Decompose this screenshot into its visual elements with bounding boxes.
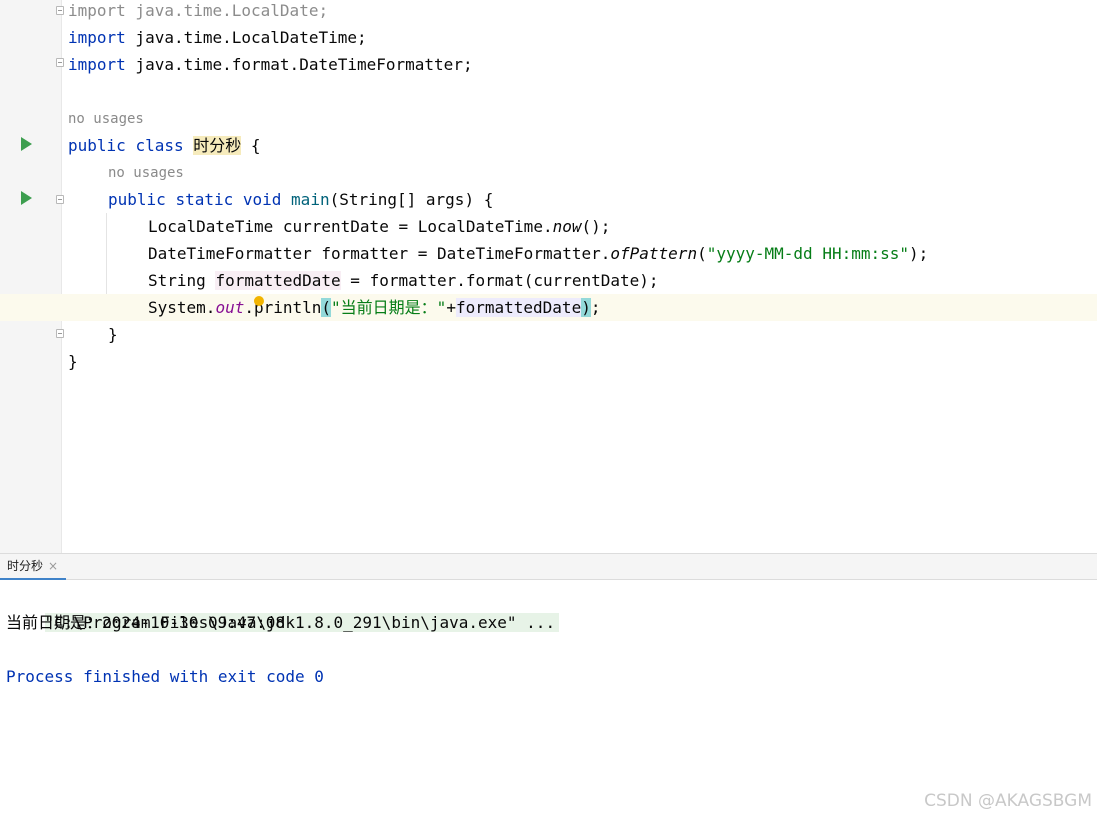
- run-tab[interactable]: 时分秒 ×: [0, 554, 67, 580]
- inlay-hint: no usages: [68, 111, 144, 127]
- close-icon[interactable]: ×: [48, 559, 58, 573]
- usage-hint-class[interactable]: no usages: [0, 106, 1097, 133]
- keyword: public: [68, 136, 126, 155]
- code-line-import-formatter[interactable]: import java.time.format.DateTimeFormatte…: [0, 51, 1097, 78]
- code-text: DateTimeFormatter formatter = DateTimeFo…: [148, 244, 611, 263]
- code-line-formatter[interactable]: DateTimeFormatter formatter = DateTimeFo…: [0, 240, 1097, 267]
- import-path: java.time.format.DateTimeFormatter;: [125, 55, 473, 74]
- console-exit-line: Process finished with exit code 0: [6, 667, 324, 686]
- parameters: (String[] args) {: [329, 190, 494, 209]
- run-tool-window-tabs: 时分秒 ×: [0, 553, 1097, 580]
- code-line-formatted-date[interactable]: String formattedDate = formatter.format(…: [0, 267, 1097, 294]
- console-output-line: 当前日期是：2024-10-30 09:47:08: [6, 613, 286, 632]
- variable-usage[interactable]: formattedDate: [455, 298, 582, 317]
- console-command-line[interactable]: "C:\Program Files\Java\jdk1.8.0_291\bin\…: [6, 582, 560, 632]
- code-text: ;: [590, 298, 601, 317]
- static-method: ofPattern: [610, 244, 698, 263]
- string-literal: "当前日期是：": [331, 298, 447, 317]
- code-line-current-date[interactable]: LocalDateTime currentDate = LocalDateTim…: [0, 213, 1097, 240]
- run-tab-label: 时分秒: [7, 559, 44, 573]
- string-literal: "yyyy-MM-dd HH:mm:ss": [706, 244, 910, 263]
- inlay-hint: no usages: [108, 165, 184, 181]
- code-line-main-declaration[interactable]: public static void main(String[] args) {: [0, 186, 1097, 213]
- code-text: );: [909, 244, 929, 263]
- keyword: import: [68, 1, 126, 20]
- code-line-close-class[interactable]: }: [0, 348, 1097, 375]
- code-text: LocalDateTime currentDate = LocalDateTim…: [148, 217, 553, 236]
- run-console[interactable]: "C:\Program Files\Java\jdk1.8.0_291\bin\…: [0, 581, 1097, 817]
- variable-name[interactable]: formattedDate: [215, 271, 341, 290]
- code-text: System.: [148, 298, 216, 317]
- keyword: class: [135, 136, 184, 155]
- static-method: now: [552, 217, 582, 236]
- keyword: import: [68, 28, 126, 47]
- code-text: String: [148, 271, 216, 290]
- brace: }: [68, 352, 78, 371]
- code-text: ();: [581, 217, 611, 236]
- import-path: java.time.LocalDate;: [125, 1, 329, 20]
- class-name[interactable]: 时分秒: [193, 136, 242, 155]
- brace: }: [108, 325, 118, 344]
- static-field: out: [215, 298, 245, 317]
- matched-paren: (: [321, 298, 332, 317]
- watermark: CSDN @AKAGSBGM: [924, 791, 1092, 811]
- brace: {: [250, 136, 261, 155]
- import-path: java.time.LocalDateTime;: [125, 28, 367, 47]
- operator: +: [446, 298, 456, 317]
- keyword: static: [175, 190, 234, 209]
- code-line-println-current[interactable]: System.out.println("当前日期是："+formattedDat…: [0, 294, 1097, 321]
- code-editor[interactable]: import java.time.LocalDate; import java.…: [0, 0, 1097, 553]
- code-text: (: [697, 244, 707, 263]
- code-line-import-localdate[interactable]: import java.time.LocalDate;: [0, 0, 1097, 24]
- code-text: = formatter.format(currentDate);: [340, 271, 659, 290]
- code-line-import-localdatetime[interactable]: import java.time.LocalDateTime;: [0, 24, 1097, 51]
- keyword: void: [242, 190, 282, 209]
- matched-paren: ): [581, 298, 591, 317]
- keyword: import: [68, 55, 126, 74]
- keyword: public: [108, 190, 166, 209]
- code-line-class-declaration[interactable]: public class 时分秒 {: [0, 132, 1097, 159]
- intention-bulb-icon[interactable]: [254, 296, 264, 306]
- code-line-close-main[interactable]: }: [0, 321, 1097, 348]
- method-name[interactable]: main: [291, 190, 330, 209]
- usage-hint-main[interactable]: no usages: [0, 160, 1097, 187]
